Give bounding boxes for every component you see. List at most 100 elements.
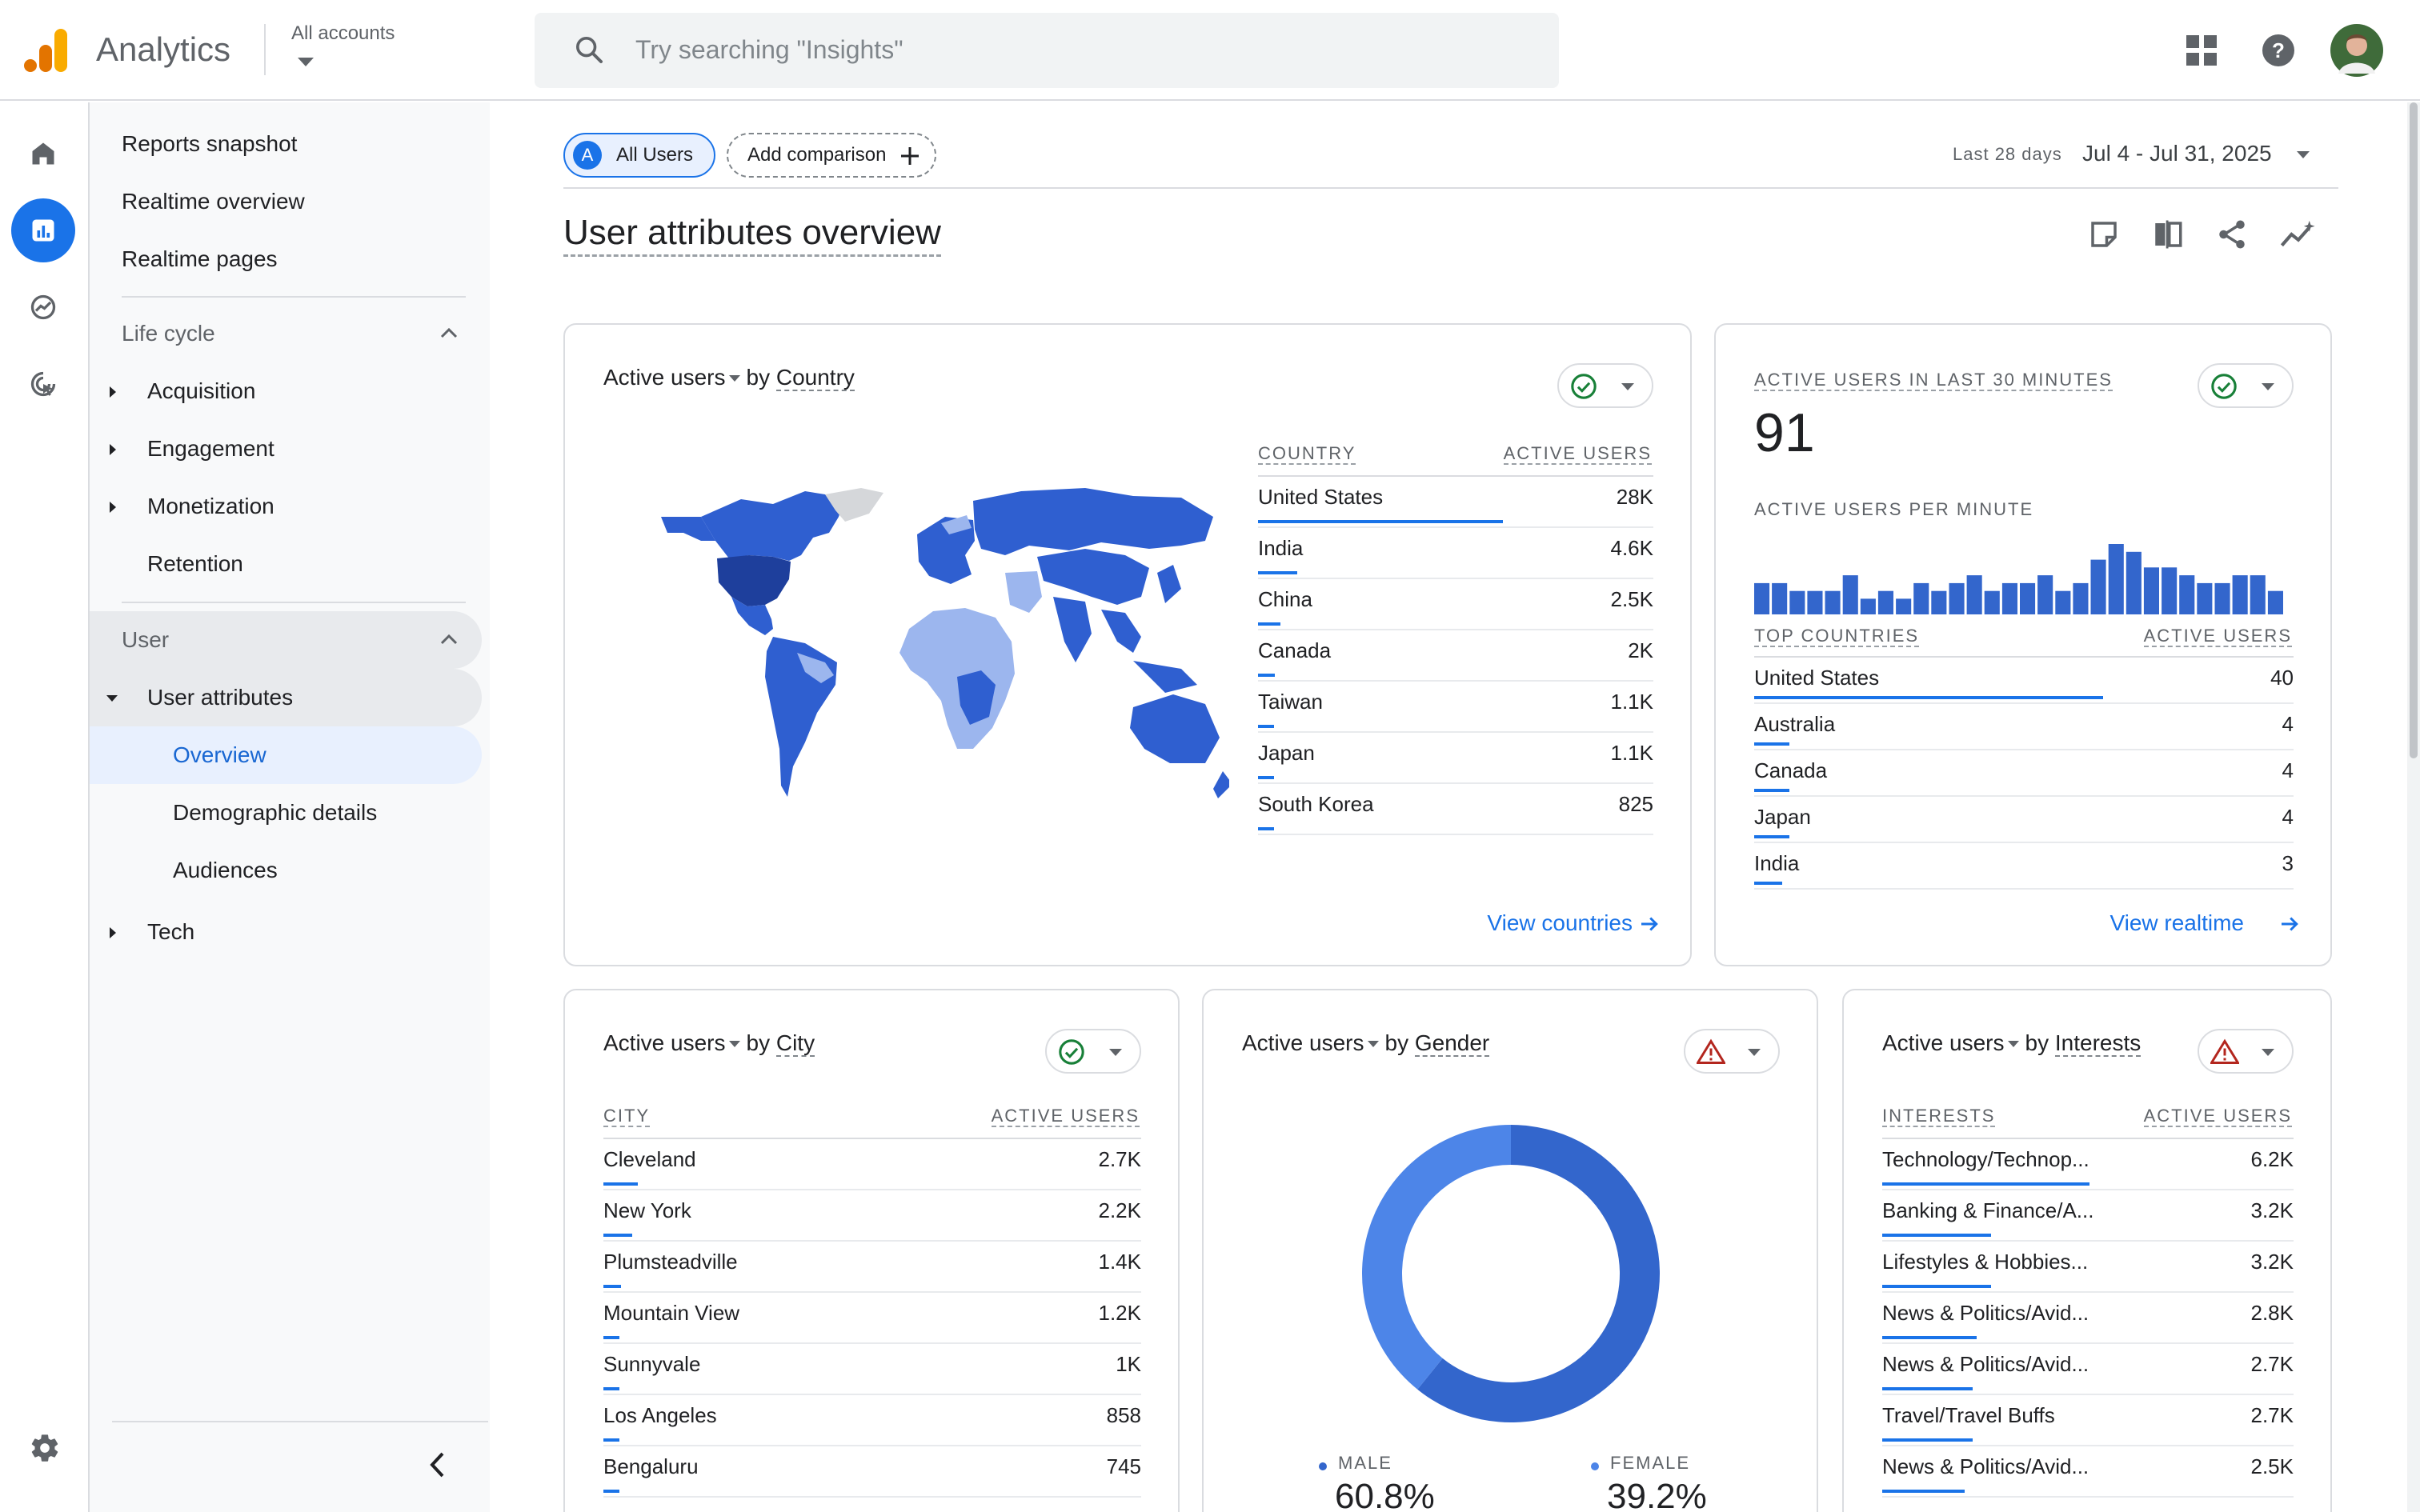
minute-bar[interactable]	[2143, 567, 2159, 614]
home-icon[interactable]	[11, 122, 75, 186]
search-input[interactable]: Try searching "Insights"	[635, 35, 903, 65]
add-comparison-button[interactable]: Add comparison	[727, 133, 936, 178]
metric-dropdown-icon[interactable]	[1367, 1041, 1379, 1047]
nav-section-user[interactable]: User	[90, 611, 482, 669]
metric-selector[interactable]: Active users	[1242, 1030, 1364, 1055]
nav-monetization[interactable]: Monetization	[147, 478, 539, 535]
minute-bar[interactable]	[2250, 575, 2266, 614]
minute-bar[interactable]	[2162, 567, 2178, 614]
nav-reports-snapshot[interactable]: Reports snapshot	[122, 115, 514, 173]
explore-icon[interactable]	[11, 275, 75, 339]
minute-bar[interactable]	[1807, 590, 1823, 614]
minute-bar[interactable]	[1789, 590, 1805, 614]
minute-bar[interactable]	[1842, 575, 1858, 614]
per-minute-bar-chart[interactable]	[1754, 541, 2286, 614]
analytics-logo-icon[interactable]	[24, 27, 69, 74]
expand-monetization-icon[interactable]	[110, 502, 116, 513]
expand-engagement-icon[interactable]	[110, 444, 116, 455]
col-header-city[interactable]: CITY	[603, 1106, 651, 1127]
table-row[interactable]: News & Politics/Avid... 2.5K	[1882, 1446, 2294, 1498]
table-row[interactable]: Los Angeles 858	[603, 1395, 1141, 1446]
minute-bar[interactable]	[2179, 575, 2195, 614]
nav-retention[interactable]: Retention	[147, 535, 539, 593]
minute-bar[interactable]	[2267, 590, 2283, 614]
scrollbar-thumb[interactable]	[2410, 102, 2418, 758]
table-row[interactable]: Sunnyvale 1K	[603, 1344, 1141, 1395]
minute-bar[interactable]	[1877, 590, 1893, 614]
col-header-interests[interactable]: INTERESTS	[1882, 1106, 1996, 1127]
arrow-right-icon[interactable]	[1637, 912, 1661, 936]
minute-bar[interactable]	[1825, 590, 1841, 614]
table-row[interactable]: Bengaluru 745	[603, 1446, 1141, 1498]
account-avatar[interactable]	[2330, 24, 2383, 81]
col-header-country[interactable]: COUNTRY	[1258, 443, 1356, 465]
chevron-up-icon[interactable]	[440, 633, 458, 646]
minute-bar[interactable]	[1949, 582, 1965, 614]
account-dropdown-icon[interactable]	[298, 58, 314, 66]
data-quality-pill[interactable]	[1045, 1029, 1141, 1074]
table-row[interactable]: Japan 1.1K	[1258, 733, 1653, 784]
expand-acquisition-icon[interactable]	[110, 386, 116, 398]
table-row[interactable]: Mountain View 1.2K	[603, 1293, 1141, 1344]
compare-icon[interactable]	[2151, 218, 2185, 251]
table-row[interactable]: New York 2.2K	[603, 1190, 1141, 1242]
nav-user-attributes[interactable]: User attributes	[90, 669, 482, 726]
gender-donut-chart[interactable]	[1362, 1125, 1660, 1422]
collapse-user-attributes-icon[interactable]	[106, 695, 118, 702]
dimension-selector[interactable]: Interests	[2054, 1030, 2142, 1057]
minute-bar[interactable]	[2090, 559, 2106, 614]
customize-report-icon[interactable]	[2087, 218, 2121, 251]
table-row[interactable]: Travel/Travel Buffs 2.7K	[1882, 1395, 2294, 1446]
expand-tech-icon[interactable]	[110, 927, 116, 938]
minute-bar[interactable]	[2055, 590, 2071, 614]
dimension-selector[interactable]: Gender	[1414, 1030, 1490, 1057]
metric-selector[interactable]: Active users	[603, 365, 726, 390]
minute-bar[interactable]	[2020, 582, 2036, 614]
data-quality-pill[interactable]	[1557, 363, 1653, 408]
minute-bar[interactable]	[2126, 551, 2142, 614]
table-row[interactable]: Canada 4	[1754, 750, 2294, 797]
advertising-icon[interactable]	[11, 352, 75, 416]
minute-bar[interactable]	[2232, 575, 2248, 614]
view-countries-link[interactable]: View countries	[1487, 910, 1633, 936]
table-row[interactable]: Banking & Finance/A... 3.2K	[1882, 1190, 2294, 1242]
minute-bar[interactable]	[2001, 582, 2017, 614]
table-row[interactable]: India 3	[1754, 843, 2294, 890]
minute-bar[interactable]	[2108, 544, 2124, 614]
account-selector-label[interactable]: All accounts	[291, 22, 395, 45]
share-icon[interactable]	[2215, 218, 2249, 251]
apps-grid-icon[interactable]	[2186, 35, 2217, 70]
table-row[interactable]: Canada 2K	[1258, 630, 1653, 682]
table-row[interactable]: Japan 4	[1754, 797, 2294, 843]
metric-dropdown-icon[interactable]	[728, 375, 740, 382]
help-icon[interactable]: ?	[2262, 34, 2295, 71]
table-row[interactable]: United States 28K	[1258, 477, 1653, 528]
metric-selector[interactable]: Active users	[603, 1030, 726, 1055]
table-row[interactable]: Technology/Technop... 6.2K	[1882, 1139, 2294, 1190]
nav-tech[interactable]: Tech	[147, 903, 539, 961]
reports-icon[interactable]	[11, 198, 75, 262]
minute-bar[interactable]	[2197, 582, 2213, 614]
table-row[interactable]: Taiwan 1.1K	[1258, 682, 1653, 733]
table-row[interactable]: Plumsteadville 1.4K	[603, 1242, 1141, 1293]
col-header-active-users[interactable]: ACTIVE USERS	[1503, 443, 1652, 465]
minute-bar[interactable]	[2073, 582, 2089, 614]
metric-dropdown-icon[interactable]	[2007, 1041, 2019, 1047]
date-range[interactable]: Jul 4 - Jul 31, 2025	[2082, 141, 2272, 166]
minute-bar[interactable]	[1984, 590, 2000, 614]
col-header-top-countries[interactable]: TOP COUNTRIES	[1754, 626, 1920, 647]
nav-audiences[interactable]: Audiences	[173, 842, 565, 899]
nav-realtime-overview[interactable]: Realtime overview	[122, 173, 514, 230]
segment-chip-all-users[interactable]: A All Users	[563, 133, 715, 178]
nav-engagement[interactable]: Engagement	[147, 420, 539, 478]
data-quality-pill[interactable]	[1684, 1029, 1780, 1074]
dimension-selector[interactable]: City	[775, 1030, 815, 1057]
table-row[interactable]: United States 40	[1754, 658, 2294, 704]
nav-overview[interactable]: Overview	[90, 726, 482, 784]
minute-bar[interactable]	[2037, 575, 2053, 614]
world-map[interactable]	[653, 485, 1229, 805]
table-row[interactable]: China 2.5K	[1258, 579, 1653, 630]
col-header-active-users[interactable]: ACTIVE USERS	[2143, 626, 2292, 647]
minute-bar[interactable]	[1931, 590, 1947, 614]
minute-bar[interactable]	[2214, 582, 2230, 614]
